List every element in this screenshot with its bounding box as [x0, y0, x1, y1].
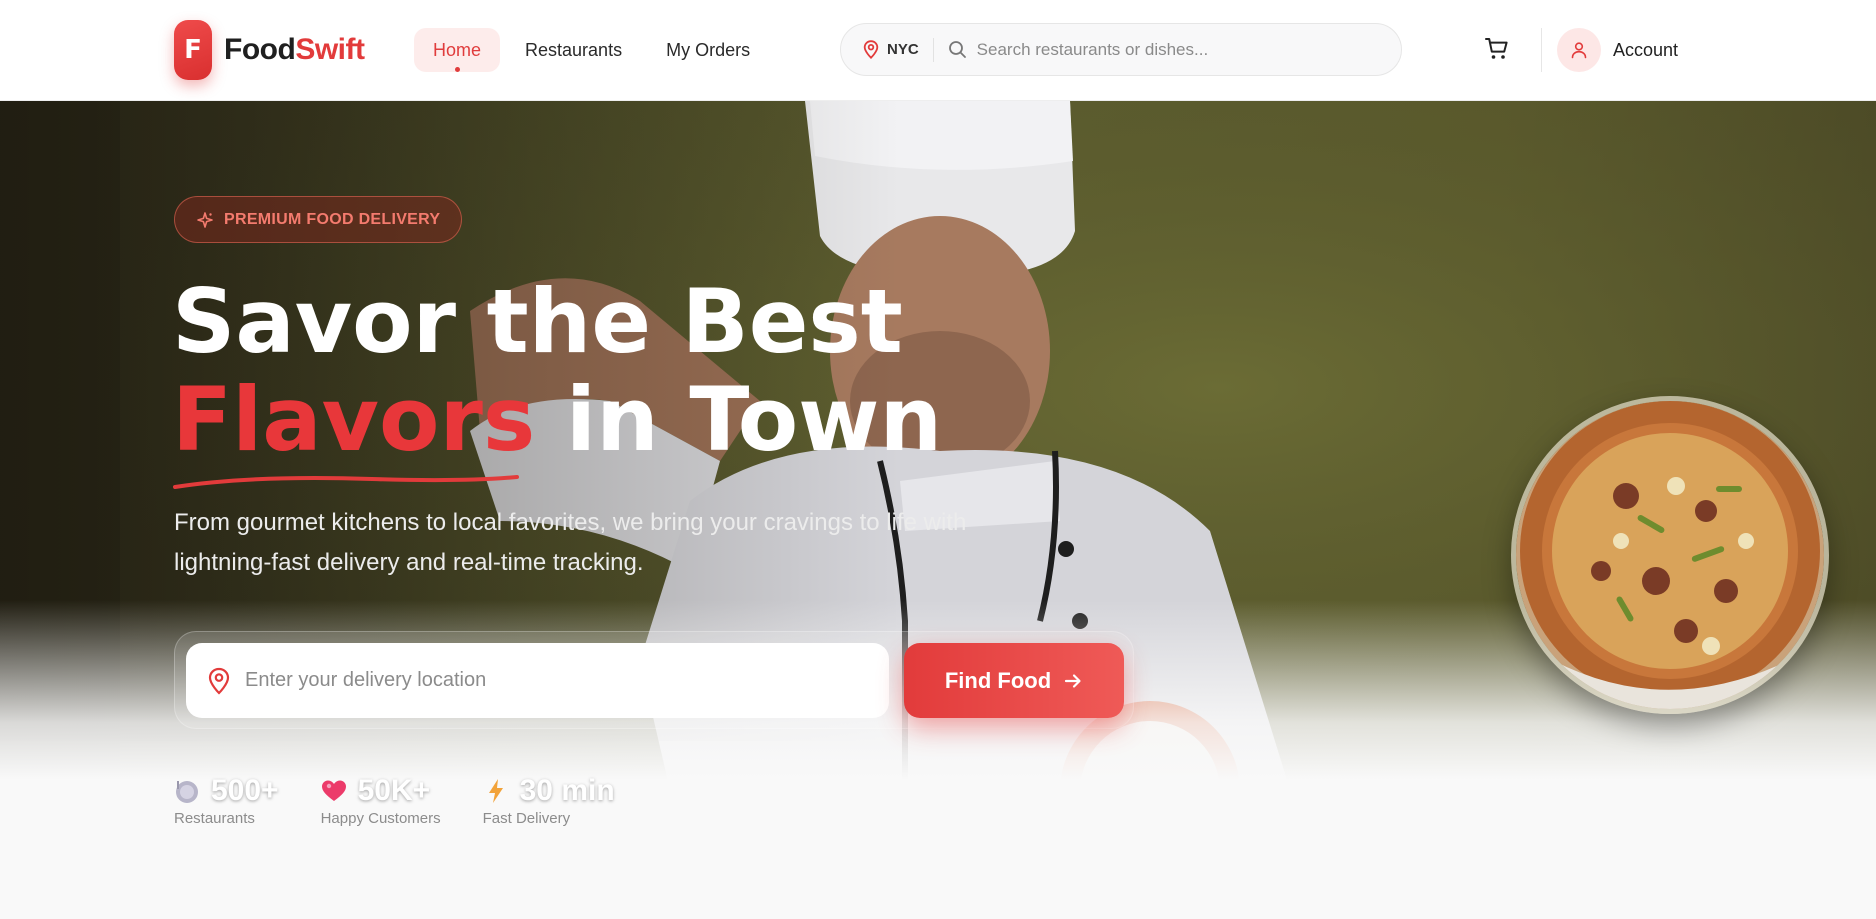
heart-icon [321, 778, 347, 804]
location-input-wrap[interactable] [186, 643, 889, 718]
stat-happy-customers: 50K+ Happy Customers [321, 774, 441, 827]
pizza-image [1511, 396, 1829, 714]
pizza-icon [1516, 401, 1824, 709]
stat-fast-delivery: 30 min Fast Delivery [483, 774, 615, 827]
map-pin-icon [863, 40, 879, 59]
logo-mark: F [174, 20, 212, 80]
headline-line-2-rest: in Town [535, 368, 943, 471]
headline-accent: Flavors [172, 368, 536, 471]
hero-subtitle: From gourmet kitchens to local favorites… [174, 509, 967, 576]
location-selector[interactable]: NYC [841, 37, 934, 62]
active-indicator-dot [455, 67, 460, 72]
find-food-label: Find Food [944, 667, 1052, 693]
brand-logo[interactable]: F FoodSwift [174, 20, 365, 80]
premium-badge: PREMIUM FOOD DELIVERY [174, 196, 463, 243]
stat-label: Happy Customers [320, 810, 441, 827]
account-button[interactable]: Account [1557, 28, 1678, 72]
plate-icon [174, 778, 200, 804]
stat-label: Restaurants [174, 810, 255, 827]
search-input[interactable] [976, 39, 1377, 60]
headline-underline [173, 475, 519, 489]
main-nav: Home Restaurants My Orders [414, 28, 769, 72]
logo-text-swift: Swift [295, 33, 365, 66]
user-icon [1571, 42, 1587, 59]
cart-icon [1485, 38, 1508, 59]
stat-value: 500+ [211, 774, 279, 807]
headline-line-2: Flavors in Town [172, 371, 942, 469]
map-pin-icon [208, 667, 230, 695]
delivery-location-form: Find Food [174, 631, 1134, 729]
stat-label: Fast Delivery [482, 810, 571, 827]
headline-line-1: Savor the Best [172, 270, 903, 373]
stat-restaurants: 500+ Restaurants [174, 774, 279, 827]
top-navbar: F FoodSwift Home Restaurants My Orders N… [0, 0, 1876, 101]
header-divider [1541, 28, 1542, 72]
nav-item-restaurants[interactable]: Restaurants [506, 28, 641, 72]
nav-item-my-orders[interactable]: My Orders [647, 28, 769, 72]
lightning-icon [483, 778, 509, 804]
logo-text-food: Food [224, 33, 296, 66]
cart-button[interactable] [1484, 36, 1510, 67]
nav-item-label: Restaurants [525, 39, 623, 60]
logo-text: FoodSwift [224, 33, 365, 67]
hero-stats: 500+ Restaurants 50K+ Happy Customers 30… [174, 774, 657, 827]
search-icon [948, 41, 966, 58]
stat-value: 50K+ [357, 774, 431, 807]
stat-value: 30 min [519, 774, 615, 807]
location-label: NYC [887, 41, 919, 58]
nav-item-label: Home [433, 39, 482, 60]
search-icon-wrap [948, 40, 967, 59]
nav-item-home[interactable]: Home [414, 28, 501, 72]
hero-section: PREMIUM FOOD DELIVERY Savor the Best Fla… [0, 101, 1876, 919]
delivery-location-input[interactable] [245, 669, 845, 692]
account-label: Account [1613, 39, 1679, 60]
sparkle-icon [197, 211, 213, 228]
arrow-right-icon [1065, 673, 1081, 688]
badge-label: PREMIUM FOOD DELIVERY [224, 210, 441, 228]
avatar [1557, 28, 1601, 72]
hero-headline: Savor the Best Flavors in Town [172, 273, 942, 469]
find-food-button[interactable]: Find Food [904, 643, 1124, 718]
nav-item-label: My Orders [666, 39, 751, 60]
header-search-bar: NYC [840, 23, 1402, 76]
